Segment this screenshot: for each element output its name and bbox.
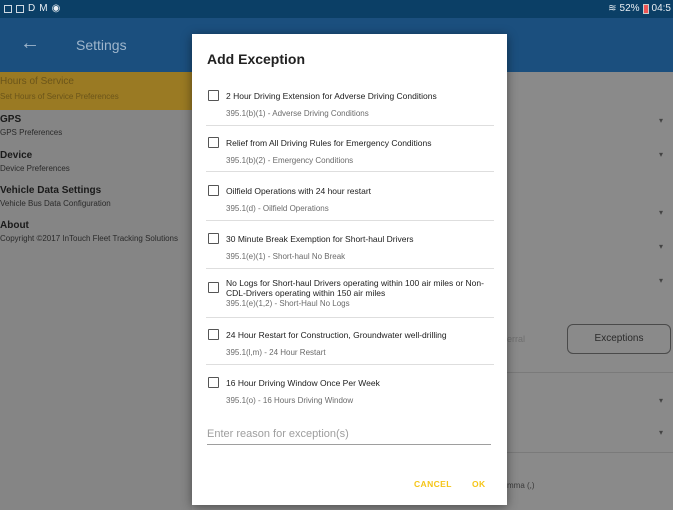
divider bbox=[206, 171, 494, 172]
battery-icon bbox=[642, 3, 649, 14]
status-d: D bbox=[28, 3, 36, 14]
option-code: 395.1(e)(1) - Short-haul No Break bbox=[226, 252, 346, 261]
settings-sidebar: Hours of Service Set Hours of Service Pr… bbox=[0, 72, 192, 510]
sidebar-item-subtitle: Copyright ©2017 InTouch Fleet Tracking S… bbox=[0, 234, 178, 243]
chevron-down-icon[interactable]: ▾ bbox=[659, 276, 663, 285]
ok-button[interactable]: OK bbox=[472, 479, 486, 489]
settings-right-panel: ▾ ▾ ▾ ▾ ▾ ▾ ▾ bbox=[506, 72, 673, 510]
sidebar-item-subtitle: GPS Preferences bbox=[0, 128, 63, 137]
chevron-down-icon[interactable]: ▾ bbox=[659, 208, 663, 217]
checkbox[interactable] bbox=[208, 233, 219, 244]
checkbox[interactable] bbox=[208, 185, 219, 196]
checkbox[interactable] bbox=[208, 377, 219, 388]
sidebar-item-title: About bbox=[0, 220, 29, 231]
sidebar-item-about[interactable]: About Copyright ©2017 InTouch Fleet Trac… bbox=[0, 218, 192, 258]
sidebar-item-title: Hours of Service bbox=[0, 76, 74, 87]
chevron-down-icon[interactable]: ▾ bbox=[659, 150, 663, 159]
chevron-down-icon[interactable]: ▾ bbox=[659, 116, 663, 125]
add-exception-dialog: Add Exception 2 Hour Driving Extension f… bbox=[192, 34, 507, 505]
checkbox[interactable] bbox=[208, 282, 219, 293]
deferral-label: erral bbox=[507, 334, 526, 344]
sidebar-item-vehicle-data-settings[interactable]: Vehicle Data Settings Vehicle Bus Data C… bbox=[0, 183, 192, 213]
sidebar-item-device[interactable]: Device Device Preferences bbox=[0, 148, 192, 178]
comma-hint: mma (,) bbox=[507, 481, 535, 490]
sidebar-item-title: GPS bbox=[0, 114, 22, 125]
option-code: 395.1(d) - Oilfield Operations bbox=[226, 204, 329, 213]
checkbox[interactable] bbox=[208, 329, 219, 340]
option-code: 395.1(l,m) - 24 Hour Restart bbox=[226, 348, 326, 357]
clock: 04:5 bbox=[651, 3, 671, 14]
sidebar-item-subtitle: Set Hours of Service Preferences bbox=[0, 92, 119, 101]
option-code: 395.1(b)(2) - Emergency Conditions bbox=[226, 156, 354, 165]
option-label: 16 Hour Driving Window Once Per Week bbox=[226, 378, 380, 388]
wifi-icon: ◉ bbox=[51, 3, 61, 14]
divider bbox=[206, 268, 494, 269]
sim-icon bbox=[4, 4, 12, 13]
checkbox[interactable] bbox=[208, 90, 219, 101]
sidebar-item-title: Vehicle Data Settings bbox=[0, 185, 102, 196]
signal-icon: ≋ bbox=[608, 3, 617, 14]
chevron-down-icon[interactable]: ▾ bbox=[659, 242, 663, 251]
divider bbox=[506, 372, 673, 373]
divider bbox=[506, 452, 673, 453]
divider bbox=[206, 317, 494, 318]
divider bbox=[206, 125, 494, 126]
status-right: ≋ 52% 04:5 bbox=[608, 3, 671, 14]
sidebar-item-title: Device bbox=[0, 150, 33, 161]
option-label: 30 Minute Break Exemption for Short-haul… bbox=[226, 234, 414, 244]
option-label: 24 Hour Restart for Construction, Ground… bbox=[226, 330, 447, 340]
dialog-title: Add Exception bbox=[207, 51, 306, 67]
status-m: M bbox=[39, 3, 48, 14]
sidebar-item-gps[interactable]: GPS GPS Preferences bbox=[0, 112, 192, 142]
exception-reason-input[interactable] bbox=[207, 423, 491, 445]
checkbox[interactable] bbox=[208, 137, 219, 148]
sidebar-item-subtitle: Vehicle Bus Data Configuration bbox=[0, 199, 111, 208]
page-title: Settings bbox=[76, 37, 127, 53]
chevron-down-icon[interactable]: ▾ bbox=[659, 396, 663, 405]
battery-percent: 52% bbox=[619, 3, 640, 14]
sidebar-item-hours-of-service[interactable]: Hours of Service Set Hours of Service Pr… bbox=[0, 72, 192, 110]
mail-icon bbox=[16, 4, 24, 13]
option-label: No Logs for Short-haul Drivers operating… bbox=[226, 278, 484, 298]
option-label: Relief from All Driving Rules for Emerge… bbox=[226, 138, 432, 148]
cancel-button[interactable]: CANCEL bbox=[414, 479, 452, 489]
option-code: 395.1(o) - 16 Hours Driving Window bbox=[226, 396, 354, 405]
option-label: Oilfield Operations with 24 hour restart bbox=[226, 186, 372, 196]
chevron-down-icon[interactable]: ▾ bbox=[659, 428, 663, 437]
status-bar: D M ◉ ≋ 52% 04:5 bbox=[0, 0, 673, 18]
divider bbox=[206, 220, 494, 221]
sidebar-item-subtitle: Device Preferences bbox=[0, 164, 70, 173]
exceptions-button[interactable]: Exceptions bbox=[567, 324, 671, 354]
status-left-icons: D M ◉ bbox=[4, 3, 60, 14]
back-arrow-icon[interactable]: ← bbox=[20, 32, 40, 55]
divider bbox=[206, 364, 494, 365]
option-code: 395.1(b)(1) - Adverse Driving Conditions bbox=[226, 109, 369, 118]
option-code: 395.1(e)(1,2) - Short-Haul No Logs bbox=[226, 299, 350, 308]
option-label: 2 Hour Driving Extension for Adverse Dri… bbox=[226, 91, 437, 101]
